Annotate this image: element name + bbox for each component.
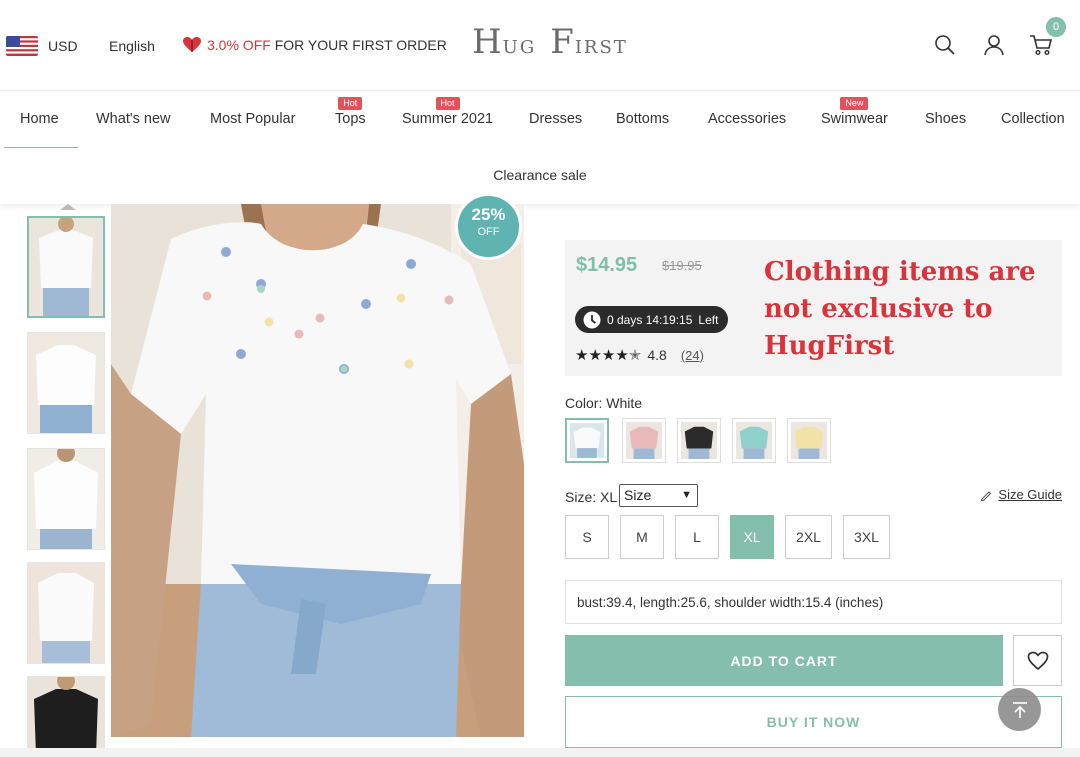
rating-stars-icon: ★★★★✭ bbox=[575, 347, 642, 364]
new-tag: New bbox=[840, 97, 869, 110]
size-option-s[interactable]: S bbox=[565, 515, 609, 559]
active-nav-underline bbox=[4, 147, 78, 148]
nav-item-dresses[interactable]: Dresses bbox=[529, 111, 582, 127]
flag-us-icon[interactable] bbox=[6, 36, 38, 56]
color-swatch-black[interactable] bbox=[677, 418, 721, 463]
cart-count-badge: 0 bbox=[1046, 17, 1066, 37]
pencil-ruler-icon bbox=[981, 490, 992, 501]
logo[interactable]: HUG FIRST bbox=[472, 22, 628, 62]
size-option-3xl[interactable]: 3XL bbox=[843, 515, 890, 559]
currency-selector[interactable]: USD bbox=[48, 38, 78, 54]
promo-percent: 3.0% OFF bbox=[207, 37, 271, 53]
thumbnail-5[interactable] bbox=[27, 676, 105, 757]
nav-item-most-popular[interactable]: Most Popular bbox=[210, 111, 295, 127]
nav-item-clearance-sale[interactable]: Clearance sale bbox=[0, 167, 1080, 183]
current-price: $14.95 bbox=[576, 254, 638, 276]
nav-item-tops[interactable]: Hot Tops bbox=[335, 97, 366, 127]
size-option-2xl[interactable]: 2XL bbox=[785, 515, 832, 559]
thumbnail-1[interactable] bbox=[27, 216, 105, 318]
wishlist-button[interactable] bbox=[1013, 635, 1062, 686]
thumbnail-4[interactable] bbox=[27, 562, 105, 664]
color-swatch-white[interactable] bbox=[565, 418, 609, 463]
heart-gift-icon bbox=[183, 37, 201, 52]
nav-item-summer-2021[interactable]: Hot Summer 2021 bbox=[402, 97, 493, 127]
first-order-promo[interactable]: 3.0% OFF FOR YOUR FIRST ORDER bbox=[183, 37, 447, 53]
promo-text: FOR YOUR FIRST ORDER bbox=[274, 37, 447, 53]
size-option-m[interactable]: M bbox=[620, 515, 664, 559]
size-option-xl[interactable]: XL bbox=[730, 515, 774, 559]
nav-item-swimwear[interactable]: New Swimwear bbox=[821, 97, 888, 127]
nav-item-shoes[interactable]: Shoes bbox=[925, 111, 966, 127]
thumbnail-strip bbox=[27, 204, 105, 757]
search-icon[interactable] bbox=[930, 30, 960, 60]
buy-it-now-button[interactable]: BUY IT NOW bbox=[565, 696, 1062, 748]
size-guide-link[interactable]: Size Guide bbox=[980, 487, 1062, 502]
color-swatch-yellow[interactable] bbox=[787, 418, 831, 463]
nav-item-bottoms[interactable]: Bottoms bbox=[616, 111, 669, 127]
size-option-l[interactable]: L bbox=[675, 515, 719, 559]
reviews-link[interactable]: (24) bbox=[681, 348, 704, 363]
discount-badge: 25% OFF bbox=[455, 193, 522, 260]
thumbnail-3[interactable] bbox=[27, 448, 105, 550]
color-swatch-aqua[interactable] bbox=[732, 418, 776, 463]
bottom-strip bbox=[0, 748, 1080, 757]
size-dropdown[interactable]: Size ▼ bbox=[619, 484, 698, 507]
thumbnail-2[interactable] bbox=[27, 332, 105, 434]
nav-item-accessories[interactable]: Accessories bbox=[708, 111, 786, 127]
heart-icon bbox=[1027, 651, 1048, 670]
language-selector[interactable]: English bbox=[109, 38, 155, 54]
product-rating: ★★★★✭ 4.8 (24) bbox=[575, 346, 704, 364]
nav-item-collection[interactable]: Collection bbox=[1001, 111, 1065, 127]
color-swatch-pink[interactable] bbox=[622, 418, 666, 463]
chevron-down-icon: ▼ bbox=[681, 489, 692, 501]
thumbnail-up-arrow-icon[interactable] bbox=[60, 204, 76, 210]
scroll-to-top-icon[interactable] bbox=[998, 688, 1041, 731]
nav-item-whats-new[interactable]: What's new bbox=[96, 111, 171, 127]
top-bar: USD English 3.0% OFF FOR YOUR FIRST ORDE… bbox=[0, 0, 1080, 90]
hot-tag: Hot bbox=[338, 97, 363, 110]
hot-tag: Hot bbox=[435, 97, 460, 110]
clock-icon bbox=[583, 311, 601, 328]
exclusivity-notice: Clothing items are not exclusive to HugF… bbox=[764, 257, 1036, 361]
add-to-cart-button[interactable]: ADD TO CART bbox=[565, 635, 1003, 686]
size-measurements: bust:39.4, length:25.6, shoulder width:1… bbox=[565, 580, 1062, 624]
rating-value: 4.8 bbox=[647, 347, 667, 363]
nav-item-home[interactable]: Home bbox=[20, 111, 59, 127]
main-nav: Home What's new Most Popular Hot Tops Ho… bbox=[0, 90, 1080, 204]
countdown-timer: 0 days 14:19:15 Left bbox=[575, 306, 729, 333]
main-product-image[interactable] bbox=[111, 204, 524, 737]
original-price: $19.95 bbox=[662, 258, 702, 273]
color-label: Color: White bbox=[565, 395, 643, 411]
size-label: Size: XL bbox=[565, 489, 618, 505]
price-box: $14.95 $19.95 0 days 14:19:15 Left ★★★★✭… bbox=[565, 240, 1062, 376]
user-icon[interactable] bbox=[979, 30, 1009, 60]
